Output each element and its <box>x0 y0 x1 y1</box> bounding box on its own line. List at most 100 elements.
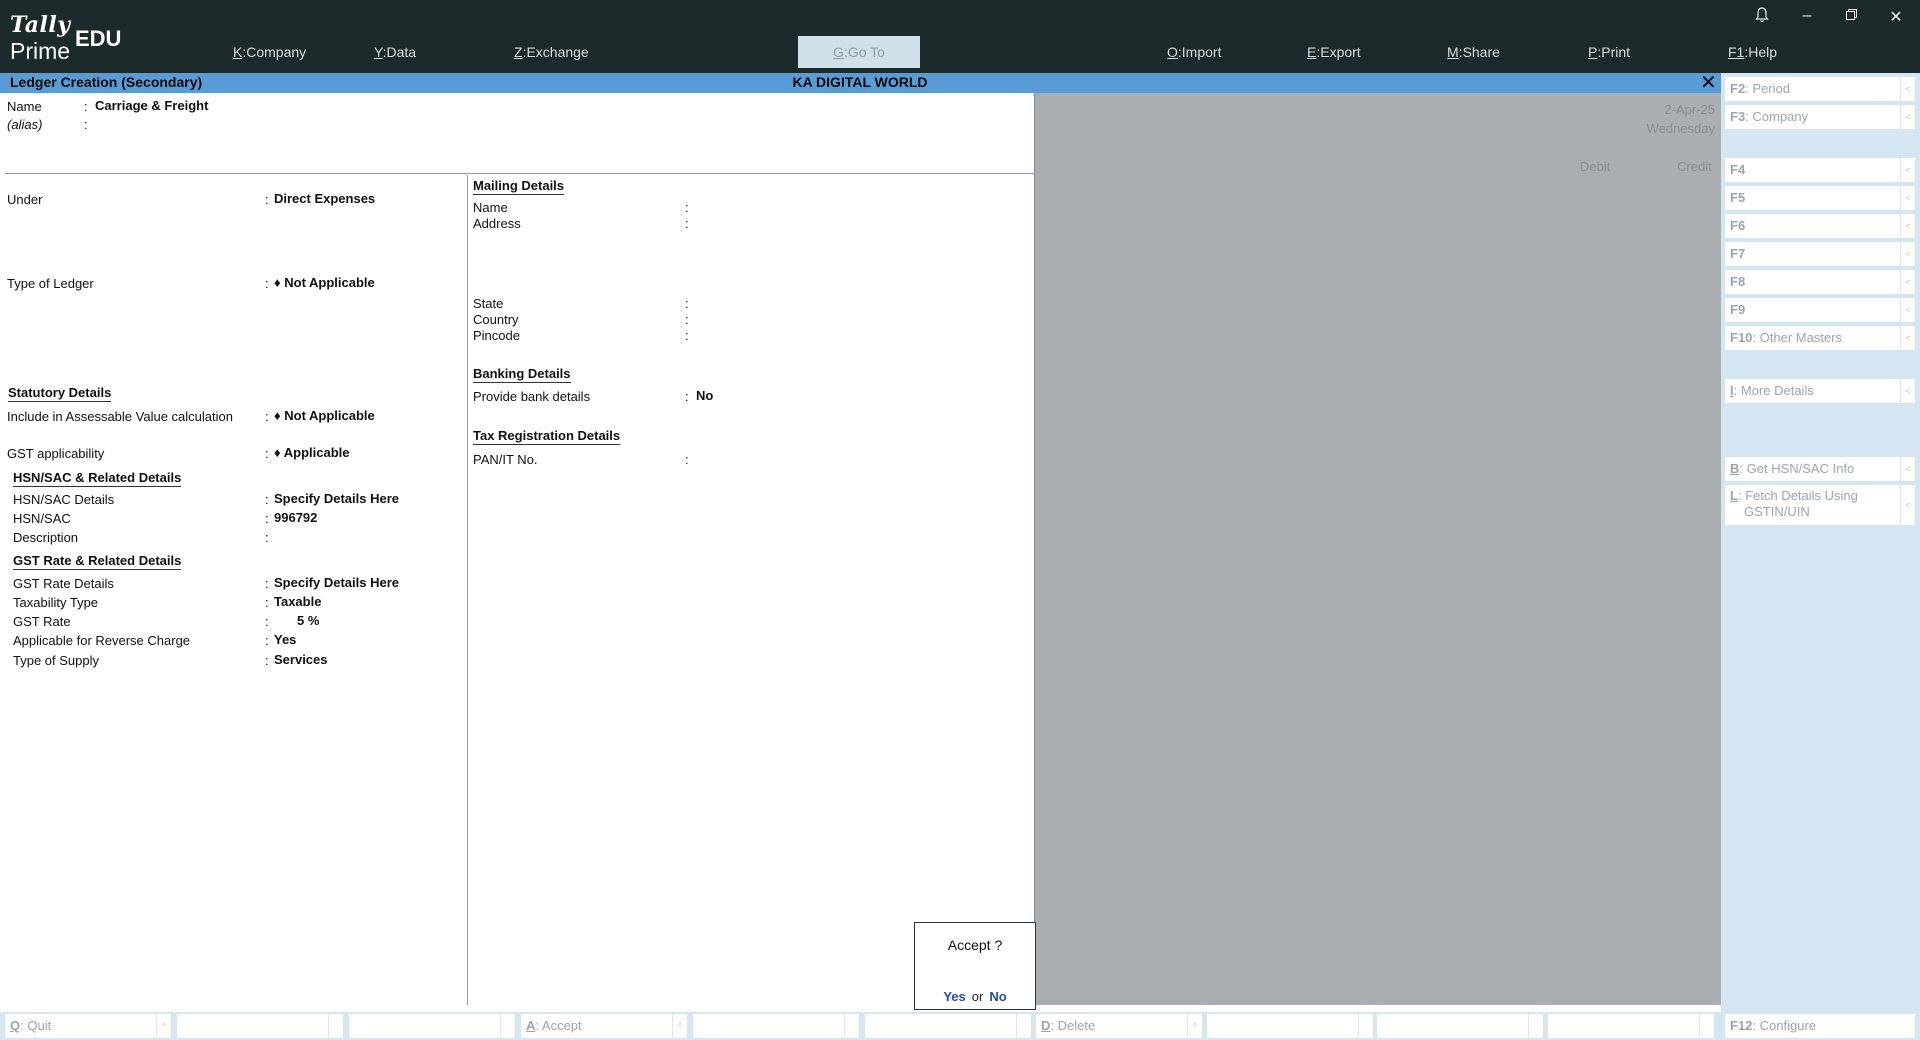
under-field[interactable]: Direct Expenses <box>274 191 375 206</box>
menu-goto[interactable]: G:Go To <box>798 36 920 68</box>
column-divider <box>467 175 468 1005</box>
gst-rate-heading: GST Rate & Related Details <box>13 553 182 570</box>
f7-button[interactable]: F7 < <box>1725 242 1915 266</box>
name-label: Name <box>7 99 42 114</box>
bottom-button-bar: Q: Quit ^ A: Accept ^ D: Delete ^ <box>0 1012 1721 1040</box>
credit-header: Credit <box>1677 159 1712 174</box>
no-button[interactable]: No <box>989 989 1006 1004</box>
f5-button[interactable]: F5 < <box>1725 186 1915 210</box>
top-bar: Tally Prime EDU K:Company Y:Data Z:Excha… <box>0 0 1920 73</box>
company-name: KA DIGITAL WORLD <box>792 74 928 90</box>
empty-button-6[interactable] <box>865 1014 1031 1038</box>
empty-button-10[interactable] <box>1548 1014 1714 1038</box>
close-screen-icon[interactable]: ✕ <box>1700 70 1717 95</box>
delete-button[interactable]: D: Delete ^ <box>1036 1014 1202 1038</box>
tax-registration-heading: Tax Registration Details <box>473 428 621 445</box>
hsn-sac-details-field[interactable]: Specify Details Here <box>274 491 399 506</box>
logo-prime: Prime <box>10 38 71 64</box>
menu-help[interactable]: F1:Help <box>1728 44 1777 60</box>
menu-share[interactable]: M:Share <box>1447 44 1500 60</box>
chevron-left-icon: < <box>1900 485 1915 525</box>
screen-title-bar: Ledger Creation (Secondary) KA DIGITAL W… <box>0 70 1721 95</box>
minimize-icon[interactable]: – <box>1793 7 1821 25</box>
address-label: Address <box>473 216 521 231</box>
pan-label: PAN/IT No. <box>473 452 538 467</box>
accept-dialog: Accept ? Yes or No <box>914 922 1036 1010</box>
screen-title: Ledger Creation (Secondary) <box>10 74 203 90</box>
empty-button-2[interactable] <box>177 1014 343 1038</box>
chevron-left-icon: < <box>1900 158 1915 182</box>
chevron-left-icon: < <box>1900 77 1915 101</box>
gst-rate-details-field[interactable]: Specify Details Here <box>274 575 399 590</box>
banking-details-heading: Banking Details <box>473 366 571 383</box>
accept-question: Accept ? <box>947 937 1003 953</box>
state-label: State <box>473 296 504 311</box>
type-of-ledger-label: Type of Ledger <box>7 276 94 291</box>
gst-rate-field[interactable]: 5 % <box>297 613 319 628</box>
reverse-charge-label: Applicable for Reverse Charge <box>13 633 191 648</box>
report-date: 2-Apr-25 <box>1664 102 1715 117</box>
chevron-left-icon: < <box>1900 379 1915 403</box>
accept-button[interactable]: A: Accept ^ <box>521 1014 687 1038</box>
f9-button[interactable]: F9 < <box>1725 298 1915 322</box>
divider <box>5 173 1035 174</box>
chevron-up-icon: ^ <box>672 1014 687 1038</box>
hsn-sac-heading: HSN/SAC & Related Details <box>13 470 182 487</box>
type-of-ledger-field[interactable]: ♦ Not Applicable <box>274 275 375 290</box>
configure-button[interactable]: F12: Configure <box>1725 1014 1915 1038</box>
country-label: Country <box>473 312 519 327</box>
empty-button-8[interactable] <box>1207 1014 1373 1038</box>
gst-rate-details-label: GST Rate Details <box>13 576 114 591</box>
report-day: Wednesday <box>1646 121 1715 136</box>
menu-company[interactable]: K:Company <box>233 44 306 60</box>
logo-edition: EDU <box>75 26 122 51</box>
f4-button[interactable]: F4 < <box>1725 158 1915 182</box>
restore-icon[interactable] <box>1837 7 1865 25</box>
ledger-name-field[interactable]: Carriage & Freight <box>95 98 208 113</box>
menu-import[interactable]: O:Import <box>1167 44 1221 60</box>
empty-button-9[interactable] <box>1377 1014 1543 1038</box>
assessable-value-label: Include in Assessable Value calculation <box>7 409 233 424</box>
gst-applicability-field[interactable]: ♦ Applicable <box>274 445 350 460</box>
empty-button-3[interactable] <box>349 1014 515 1038</box>
f8-button[interactable]: F8 < <box>1725 270 1915 294</box>
chevron-left-icon: < <box>1900 105 1915 129</box>
statutory-details-heading: Statutory Details <box>8 385 112 402</box>
hsn-sac-field[interactable]: 996792 <box>274 510 317 525</box>
chevron-up-icon: ^ <box>156 1014 171 1038</box>
menu-exchange[interactable]: Z:Exchange <box>514 44 589 60</box>
hsn-sac-label: HSN/SAC <box>13 511 71 526</box>
menu-print[interactable]: P:Print <box>1588 44 1630 60</box>
logo-tally: Tally <box>10 12 71 38</box>
hsn-sac-details-label: HSN/SAC Details <box>13 492 115 507</box>
diamond-icon: ♦ <box>274 275 285 290</box>
mailing-name-label: Name <box>473 200 508 215</box>
taxability-type-label: Taxability Type <box>13 595 99 610</box>
taxability-type-field[interactable]: Taxable <box>274 594 321 609</box>
type-of-supply-label: Type of Supply <box>13 653 99 668</box>
get-hsn-sac-info-button[interactable]: B: Get HSN/SAC Info < <box>1725 457 1915 481</box>
menu-data[interactable]: Y:Data <box>374 44 416 60</box>
quit-button[interactable]: Q: Quit ^ <box>5 1014 171 1038</box>
chevron-left-icon: < <box>1900 186 1915 210</box>
gst-rate-label: GST Rate <box>13 614 71 629</box>
alias-label: (alias) <box>7 117 43 132</box>
empty-button-5[interactable] <box>693 1014 859 1038</box>
other-masters-button[interactable]: F10: Other Masters < <box>1725 326 1915 350</box>
fetch-details-gstin-button[interactable]: L: Fetch Details Using GSTIN/UIN < <box>1725 485 1915 525</box>
yes-button[interactable]: Yes <box>943 989 965 1004</box>
f6-button[interactable]: F6 < <box>1725 214 1915 238</box>
bank-details-field[interactable]: No <box>696 388 713 403</box>
more-details-button[interactable]: I: More Details < <box>1725 379 1915 403</box>
chevron-left-icon: < <box>1900 457 1915 481</box>
company-button[interactable]: F3: Company < <box>1725 105 1915 129</box>
period-button[interactable]: F2: Period < <box>1725 77 1915 101</box>
assessable-value-field[interactable]: ♦ Not Applicable <box>274 408 375 423</box>
type-of-supply-field[interactable]: Services <box>274 652 328 667</box>
description-label: Description <box>13 530 79 545</box>
reverse-charge-field[interactable]: Yes <box>274 632 296 647</box>
bell-icon[interactable] <box>1748 7 1776 28</box>
window-close-icon[interactable]: ✕ <box>1882 7 1910 27</box>
or-label: or <box>971 989 984 1004</box>
menu-export[interactable]: E:Export <box>1307 44 1361 60</box>
